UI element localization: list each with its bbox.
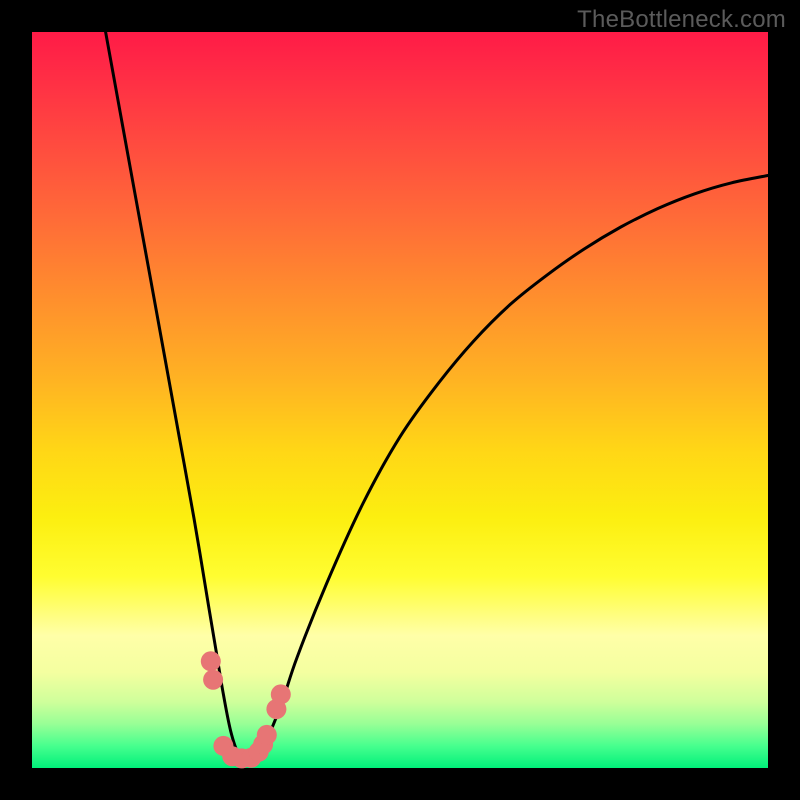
curve-markers: [201, 651, 291, 768]
curve-marker: [201, 651, 221, 671]
plot-area: [32, 32, 768, 768]
bottleneck-curve: [106, 32, 768, 762]
curve-marker: [203, 670, 223, 690]
curve-marker: [257, 725, 277, 745]
curve-marker: [271, 684, 291, 704]
chart-frame: TheBottleneck.com: [0, 0, 800, 800]
watermark-text: TheBottleneck.com: [577, 6, 786, 34]
bottleneck-curve-svg: [32, 32, 768, 768]
